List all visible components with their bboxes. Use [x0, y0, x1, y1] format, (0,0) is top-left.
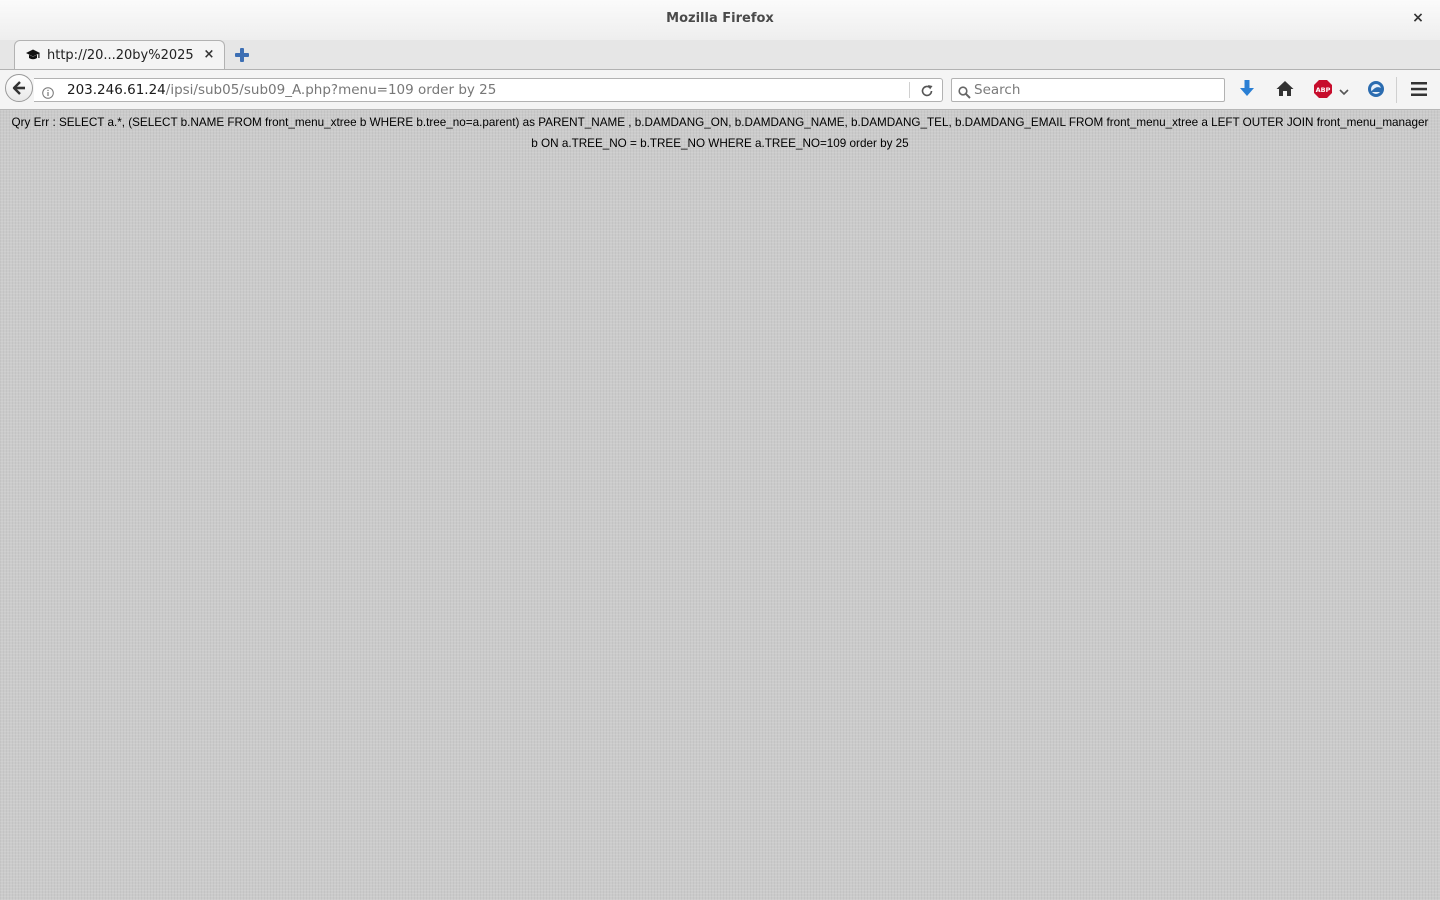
page-content: Qry Err : SELECT a.*, (SELECT b.NAME FRO… — [0, 110, 1440, 900]
url-host: 203.246.61.24 — [67, 82, 166, 98]
search-icon — [958, 84, 971, 99]
sync-icon[interactable] — [1366, 79, 1386, 99]
query-error-message: Qry Err : SELECT a.*, (SELECT b.NAME FRO… — [11, 116, 1429, 150]
svg-text:ABP: ABP — [1316, 86, 1331, 94]
window-close-button[interactable]: × — [1410, 9, 1426, 27]
toolbar-divider — [1396, 77, 1397, 103]
navigation-toolbar: 203.246.61.24/ipsi/sub05/sub09_A.php?men… — [0, 70, 1440, 110]
url-bar[interactable]: 203.246.61.24/ipsi/sub05/sub09_A.php?men… — [34, 78, 943, 102]
back-arrow-icon — [12, 81, 25, 95]
tab-close-button[interactable]: × — [202, 47, 216, 63]
url-path: /ipsi/sub05/sub09_A.php?menu=109 order b… — [165, 82, 497, 98]
search-input[interactable] — [974, 81, 1214, 99]
search-bar[interactable] — [951, 78, 1225, 102]
adblock-plus-icon[interactable]: ABP — [1313, 79, 1333, 99]
chevron-down-icon[interactable] — [1338, 83, 1350, 96]
back-button[interactable] — [5, 74, 33, 102]
hamburger-menu-icon[interactable] — [1409, 79, 1429, 99]
home-icon[interactable] — [1275, 79, 1295, 99]
graduation-cap-icon — [25, 47, 41, 63]
window-titlebar: Mozilla Firefox × — [0, 0, 1440, 40]
reload-icon[interactable] — [920, 83, 934, 97]
url-bar-divider — [909, 82, 910, 98]
new-tab-plus-icon[interactable] — [233, 46, 251, 64]
tab-title: http://20...20by%2025 — [47, 48, 194, 63]
site-info-icon[interactable] — [42, 84, 54, 99]
url-text[interactable]: 203.246.61.24/ipsi/sub05/sub09_A.php?men… — [67, 82, 496, 98]
window-title: Mozilla Firefox — [666, 11, 774, 26]
tab-active[interactable]: http://20...20by%2025 × — [14, 40, 225, 69]
tab-strip: http://20...20by%2025 × — [0, 40, 1440, 70]
download-icon[interactable] — [1237, 79, 1257, 99]
